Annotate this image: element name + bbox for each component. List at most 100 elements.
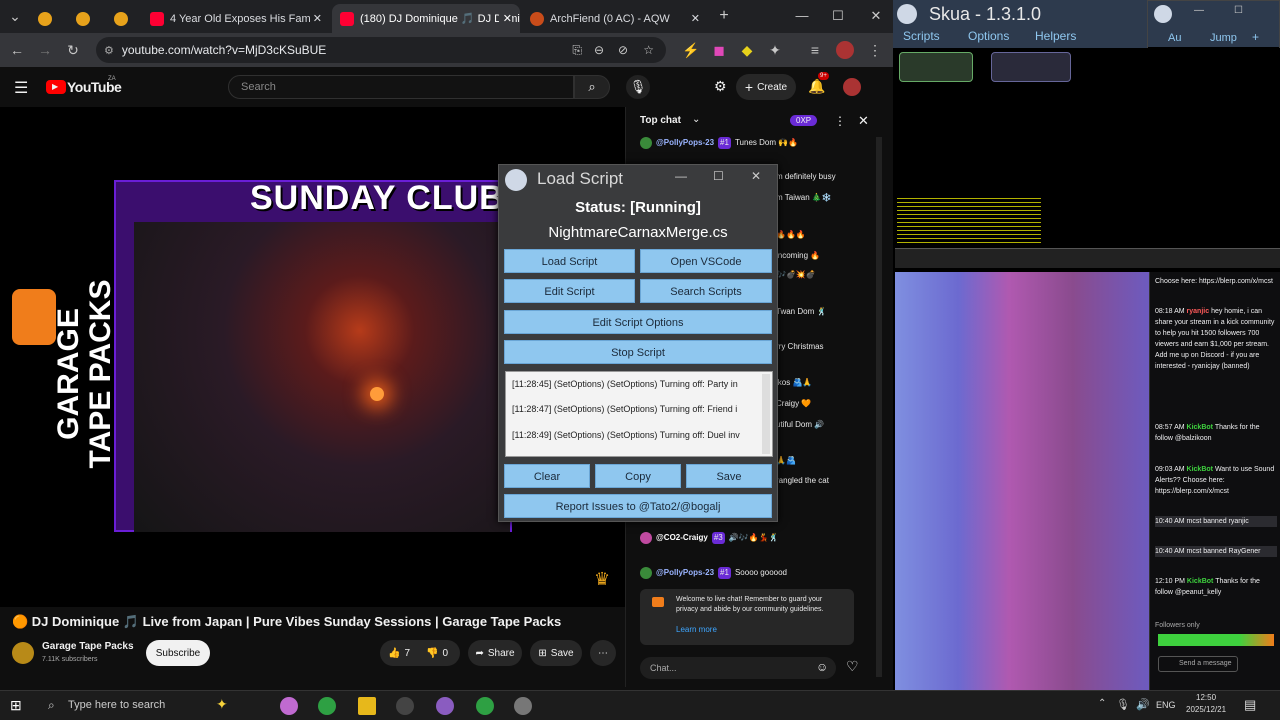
channel-avatar[interactable]	[12, 642, 34, 664]
taskbar-search-input[interactable]: Type here to search	[68, 699, 165, 711]
new-tab-button[interactable]: +	[712, 6, 736, 26]
minimize-icon[interactable]: —	[1194, 5, 1204, 16]
menu-options[interactable]: Options	[968, 29, 1009, 43]
load-script-button[interactable]: Load Script	[504, 249, 635, 273]
app-icon[interactable]	[280, 697, 298, 715]
chat-input[interactable]: Chat...	[640, 657, 836, 679]
forward-icon[interactable]: →	[36, 41, 54, 59]
minimize-icon[interactable]: —	[675, 169, 687, 183]
menu-scripts[interactable]: Scripts	[903, 29, 940, 43]
like-icon[interactable]: 👍	[388, 648, 400, 659]
extension-icon[interactable]: ◼	[710, 41, 728, 59]
url-text[interactable]: youtube.com/watch?v=MjD3cKSuBUE	[122, 43, 326, 57]
stop-script-button[interactable]: Stop Script	[504, 340, 772, 364]
youtube-search-input[interactable]: Search	[228, 75, 574, 99]
notifications-bell-icon[interactable]: 🔔	[808, 78, 825, 95]
file-explorer-icon[interactable]	[358, 697, 376, 715]
xp-badge[interactable]: 0XP	[790, 115, 818, 126]
address-bar[interactable]: ⚙ youtube.com/watch?v=MjD3cKSuBUE ⎘ ⊖ ⊘ …	[96, 37, 666, 63]
chat-username[interactable]: @PollyPops-23	[656, 567, 714, 579]
chat-menu-icon[interactable]: ⋮	[834, 114, 846, 128]
save-log-button[interactable]: Save	[686, 464, 772, 488]
tracking-icon[interactable]: ⊘	[618, 43, 628, 57]
channel-watermark-icon[interactable]: ♛	[594, 569, 610, 590]
profile-avatar[interactable]	[836, 41, 854, 59]
tab-pinned-1[interactable]	[30, 4, 64, 33]
extension-icon[interactable]: ◆	[738, 41, 756, 59]
start-windows-icon[interactable]: ⊞	[10, 697, 22, 714]
create-button[interactable]: + Create	[736, 74, 796, 100]
more-actions-icon[interactable]: ⋯	[590, 640, 616, 666]
chat-username[interactable]: @PollyPops-23	[656, 137, 714, 149]
dislike-count[interactable]: 0	[442, 648, 448, 659]
sparkle-icon[interactable]: ✦	[216, 696, 228, 713]
edit-script-options-button[interactable]: Edit Script Options	[504, 310, 772, 334]
chrome-icon[interactable]	[318, 697, 336, 715]
hamburger-menu-icon[interactable]: ☰	[14, 78, 28, 98]
reload-icon[interactable]: ↻	[64, 41, 82, 59]
chat-scrollbar[interactable]	[876, 137, 882, 677]
chat-mode-dropdown[interactable]: Top chat	[640, 115, 681, 126]
chrome-icon[interactable]	[476, 697, 494, 715]
menu-auto[interactable]: Au	[1168, 32, 1181, 44]
extension-icon[interactable]: ⚡	[682, 41, 700, 59]
menu-jump[interactable]: Jump	[1210, 32, 1237, 44]
menu-add[interactable]: +	[1252, 30, 1259, 44]
notification-center-icon[interactable]: ▤	[1244, 697, 1256, 713]
tab-search-icon[interactable]: ⌄	[6, 7, 24, 25]
copy-log-button[interactable]: Copy	[595, 464, 681, 488]
emoji-icon[interactable]: ☺	[816, 660, 828, 674]
like-count[interactable]: 7	[404, 648, 410, 659]
learn-more-link[interactable]: Learn more	[676, 625, 717, 634]
chevron-down-icon[interactable]: ⌄	[692, 114, 700, 125]
browser-menu-icon[interactable]: ⋮	[866, 41, 884, 59]
tray-expand-icon[interactable]: ⌃	[1098, 698, 1106, 709]
app-icon[interactable]	[436, 697, 454, 715]
subscribe-button[interactable]: Subscribe	[146, 640, 210, 666]
search-button[interactable]: ⌕	[574, 75, 610, 99]
close-icon[interactable]: ✕	[751, 169, 761, 183]
chat-username[interactable]: @CO2-Craigy	[656, 532, 708, 544]
mic-icon[interactable]: 🎙	[1116, 698, 1130, 711]
dislike-icon[interactable]: 👎	[426, 648, 438, 659]
tab-close-icon[interactable]: ✕	[313, 12, 322, 25]
channel-name[interactable]: Garage Tape Packs	[42, 641, 134, 652]
app-icon[interactable]	[396, 697, 414, 715]
extensions-puzzle-icon[interactable]: ✦	[766, 41, 784, 59]
media-control-icon[interactable]: ≡	[806, 41, 824, 59]
close-window-icon[interactable]: ✕	[864, 6, 888, 26]
tab-close-icon[interactable]: ✕	[498, 12, 512, 25]
close-chat-icon[interactable]: ✕	[858, 113, 869, 129]
search-icon[interactable]: ⌕	[48, 698, 55, 713]
edit-script-button[interactable]: Edit Script	[504, 279, 635, 303]
tab-video-1[interactable]: 4 Year Old Exposes His Fam ✕	[142, 4, 330, 33]
report-issues-button[interactable]: Report Issues to @Tato2/@bogalj	[504, 494, 772, 518]
clock-date[interactable]: 2025/12/21	[1186, 705, 1226, 714]
account-avatar[interactable]	[843, 78, 861, 96]
minimize-icon[interactable]: —	[790, 6, 814, 26]
maximize-icon[interactable]: ☐	[1234, 5, 1243, 16]
maximize-icon[interactable]: ☐	[826, 6, 850, 26]
voice-search-icon[interactable]: 🎙	[626, 75, 650, 99]
clock-time[interactable]: 12:50	[1196, 693, 1216, 702]
zoom-icon[interactable]: ⊖	[594, 43, 604, 57]
bookmark-star-icon[interactable]: ☆	[643, 43, 654, 57]
volume-icon[interactable]: 🔊	[1136, 698, 1150, 711]
emote-row[interactable]	[1158, 634, 1274, 646]
tab-close-icon[interactable]: ✕	[691, 12, 700, 25]
maximize-icon[interactable]: ☐	[713, 169, 724, 183]
tab-dj-dominique[interactable]: (180) DJ Dominique 🎵 DJ Dominique ✕	[332, 4, 520, 33]
game-action-bar[interactable]	[895, 248, 1280, 268]
stream-message-input[interactable]: Send a message	[1158, 656, 1238, 672]
save-button[interactable]: ⊞ Save	[530, 640, 582, 666]
script-log[interactable]: [11:28:45] (SetOptions) (SetOptions) Tur…	[505, 371, 773, 457]
cast-settings-icon[interactable]: ⚙	[714, 78, 727, 95]
site-info-icon[interactable]: ⚙	[104, 44, 114, 57]
log-scrollbar[interactable]	[762, 374, 770, 454]
tab-pinned-2[interactable]	[68, 4, 102, 33]
cast-icon[interactable]: ⎘	[572, 43, 582, 58]
language-indicator[interactable]: ENG	[1156, 700, 1176, 710]
game-viewport[interactable]	[895, 48, 1280, 270]
open-vscode-button[interactable]: Open VSCode	[640, 249, 772, 273]
share-button[interactable]: ➦ Share	[468, 640, 522, 666]
